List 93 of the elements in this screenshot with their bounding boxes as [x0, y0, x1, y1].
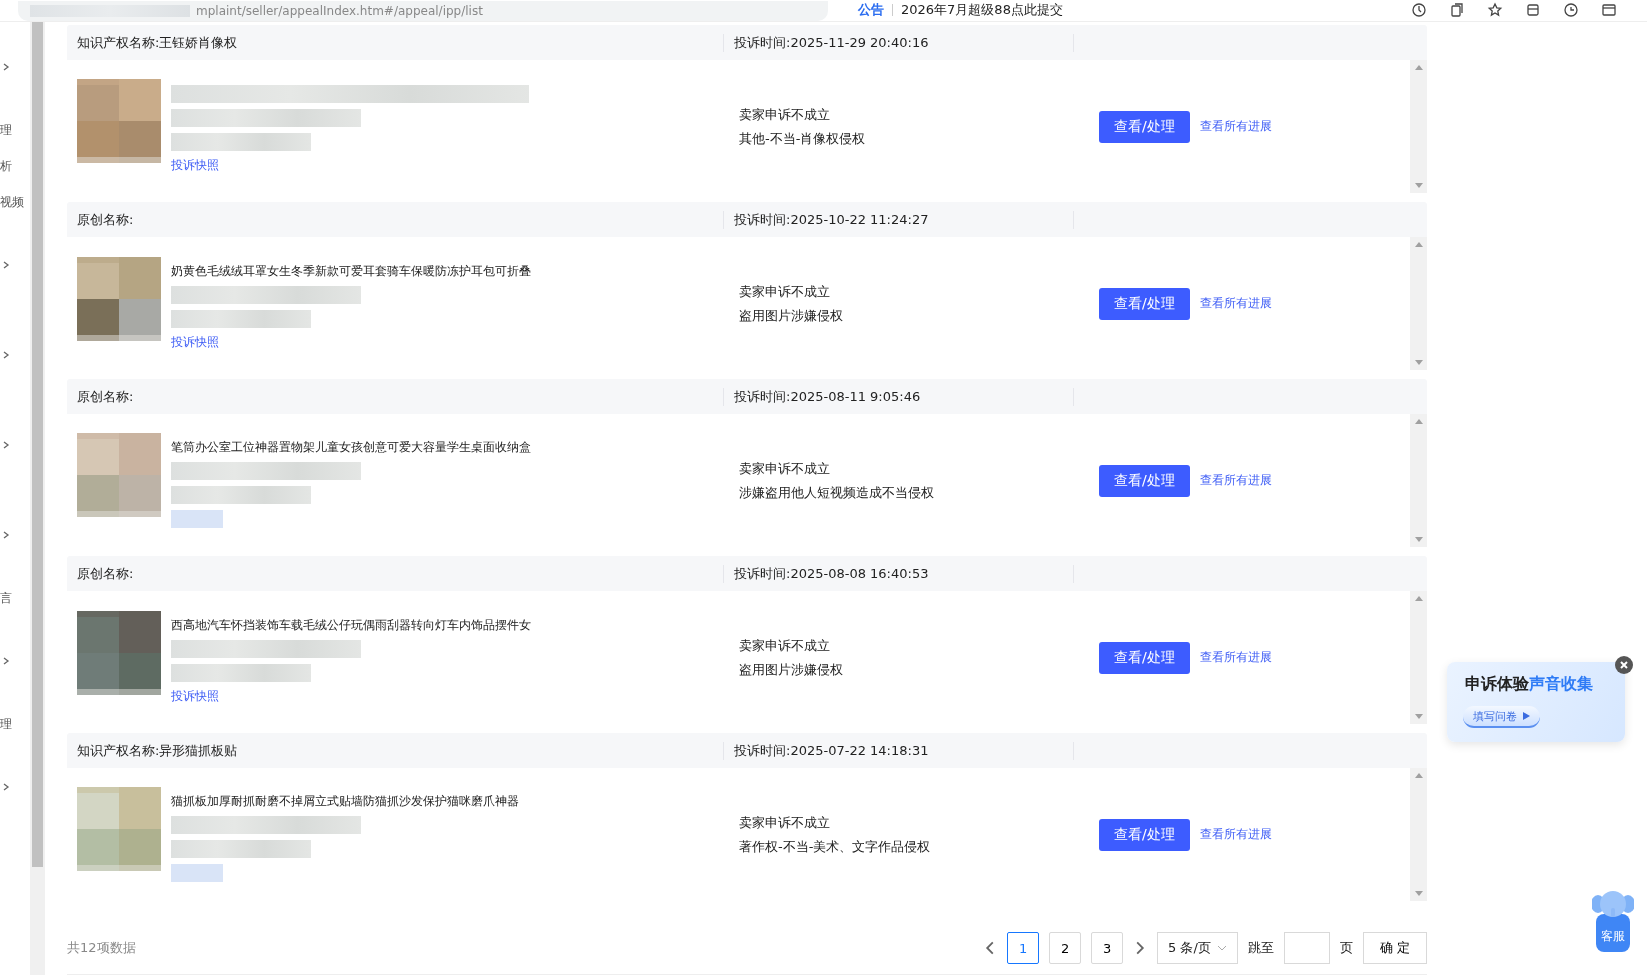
scrollbar[interactable] — [1410, 237, 1427, 370]
page-input[interactable] — [1283, 932, 1330, 964]
scrollbar[interactable] — [1410, 591, 1427, 724]
survey-card[interactable]: 申诉体验声音收集 填写问卷 — [1447, 662, 1625, 742]
product-title[interactable]: 西高地汽车怀挡装饰车载毛绒公仔玩偶雨刮器转向灯车内饰品摆件女 — [171, 616, 531, 634]
sidebar-item[interactable]: 理 — [0, 715, 12, 733]
chevron-icon[interactable] — [2, 62, 10, 72]
product-title[interactable]: 猫抓板加厚耐抓耐磨不掉屑立式贴墙防猫抓沙发保护猫咪磨爪神器 — [171, 793, 519, 810]
chevron-icon[interactable] — [2, 656, 10, 666]
view-handle-button[interactable]: 查看/处理 — [1099, 641, 1190, 674]
complaint-time: 投诉时间:2025-07-22 14:18:31 — [723, 741, 1073, 760]
complaint-time: 投诉时间:2025-08-11 9:05:46 — [723, 387, 1073, 406]
appeal-status: 卖家申诉不成立 — [739, 459, 831, 478]
progress-link[interactable]: 查看所有进展 — [1199, 826, 1272, 843]
chevron-icon[interactable] — [2, 260, 10, 270]
star-icon[interactable] — [1487, 2, 1503, 18]
appeal-status: 卖家申诉不成立 — [739, 636, 831, 655]
view-handle-button[interactable]: 查看/处理 — [1099, 818, 1190, 851]
close-icon[interactable] — [1615, 656, 1633, 674]
violation-reason: 涉嫌盗用他人短视频造成不当侵权 — [739, 483, 935, 502]
chevron-icon[interactable] — [2, 530, 10, 540]
jump-label: 跳至 — [1247, 939, 1274, 957]
complaint-time: 投诉时间:2025-11-29 20:40:16 — [723, 33, 1073, 52]
survey-button[interactable]: 填写问卷 — [1463, 706, 1540, 728]
progress-link[interactable]: 查看所有进展 — [1199, 649, 1272, 666]
scrollbar[interactable] — [1410, 414, 1427, 547]
address-bar[interactable]: mplaint/seller/appealIndex.htm#/appeal/ipp/list — [18, 1, 828, 21]
page-button[interactable]: 1 — [1007, 932, 1040, 964]
tab-icon[interactable] — [1525, 2, 1541, 18]
scroll-up-icon[interactable] — [1414, 773, 1423, 778]
appeal-status: 卖家申诉不成立 — [739, 813, 831, 832]
appeal-status: 卖家申诉不成立 — [739, 282, 831, 301]
view-handle-button[interactable]: 查看/处理 — [1099, 110, 1190, 143]
blurred-bar — [171, 864, 223, 882]
snapshot-link[interactable]: 投诉快照 — [171, 687, 531, 705]
progress-link[interactable]: 查看所有进展 — [1199, 472, 1272, 489]
scroll-down-icon[interactable] — [1414, 360, 1423, 365]
page-unit: 页 — [1339, 939, 1353, 957]
violation-reason: 盗用图片涉嫌侵权 — [739, 306, 844, 325]
scroll-down-icon[interactable] — [1414, 891, 1423, 896]
case-title: 知识产权名称:王钰娇肖像权 — [76, 33, 239, 52]
case-title: 原创名称: — [76, 210, 135, 229]
history-icon[interactable] — [1411, 2, 1427, 18]
sidebar-item[interactable]: 言 — [0, 589, 12, 607]
view-handle-button[interactable]: 查看/处理 — [1099, 287, 1190, 320]
elephant-mascot-icon[interactable] — [1592, 888, 1634, 952]
snapshot-link[interactable]: 投诉快照 — [171, 157, 529, 174]
case-title: 知识产权名称:异形猫抓板贴 — [76, 741, 239, 760]
scroll-down-icon[interactable] — [1414, 537, 1423, 542]
page-button[interactable]: 2 — [1049, 932, 1082, 964]
product-title[interactable]: 笔筒办公室工位神器置物架儿童女孩创意可爱大容量学生桌面收纳盒 — [171, 439, 531, 456]
snapshot-link[interactable]: 投诉快照 — [171, 333, 531, 351]
scroll-up-icon[interactable] — [1414, 65, 1423, 70]
progress-link[interactable]: 查看所有进展 — [1199, 118, 1272, 135]
scrollbar-thumb[interactable] — [32, 22, 43, 867]
scrollbar[interactable] — [1410, 60, 1427, 193]
copy-icon[interactable] — [1449, 2, 1465, 18]
window-icon[interactable] — [1601, 2, 1617, 18]
confirm-button[interactable]: 确 定 — [1362, 932, 1427, 964]
survey-title: 申诉体验声音收集 — [1465, 674, 1593, 695]
blurred-bar — [171, 510, 223, 528]
notice-text[interactable]: 2026年7月超级88点此提交 — [901, 1, 1063, 19]
scroll-down-icon[interactable] — [1414, 183, 1423, 188]
play-icon — [1523, 712, 1530, 720]
page-button[interactable]: 3 — [1091, 932, 1124, 964]
violation-reason: 其他-不当-肖像权侵权 — [739, 129, 867, 148]
sidebar-item[interactable]: 理 — [0, 121, 12, 139]
progress-link[interactable]: 查看所有进展 — [1199, 295, 1272, 312]
complaint-time: 投诉时间:2025-08-08 16:40:53 — [723, 564, 1073, 583]
complaint-time: 投诉时间:2025-10-22 11:24:27 — [723, 210, 1073, 229]
notice-label: 公告 — [858, 1, 884, 19]
clock-icon[interactable] — [1563, 2, 1579, 18]
total-count: 共12项数据 — [67, 939, 136, 957]
scroll-up-icon[interactable] — [1414, 419, 1423, 424]
violation-reason: 盗用图片涉嫌侵权 — [739, 660, 844, 679]
chevron-icon[interactable] — [2, 350, 10, 360]
violation-reason: 著作权-不当-美术、文字作品侵权 — [739, 837, 932, 856]
scrollbar[interactable] — [1410, 768, 1427, 901]
sidebar-item[interactable]: 析 — [0, 157, 12, 175]
url-text: mplaint/seller/appealIndex.htm#/appeal/ipp/list — [196, 4, 483, 18]
sidebar-item[interactable]: 视频 — [0, 193, 24, 211]
product-title[interactable]: 奶黄色毛绒绒耳罩女生冬季新款可爱耳套骑车保暖防冻护耳包可折叠 — [171, 262, 531, 280]
scroll-up-icon[interactable] — [1414, 242, 1423, 247]
page-size-select[interactable]: 5 条/页 — [1157, 932, 1238, 964]
scroll-up-icon[interactable] — [1414, 596, 1423, 601]
scroll-down-icon[interactable] — [1414, 714, 1423, 719]
appeal-status: 卖家申诉不成立 — [739, 105, 831, 124]
case-title: 原创名称: — [76, 564, 135, 583]
case-title: 原创名称: — [76, 387, 135, 406]
view-handle-button[interactable]: 查看/处理 — [1099, 464, 1190, 497]
chevron-icon[interactable] — [2, 782, 10, 792]
caret-icon — [1216, 945, 1227, 951]
chevron-icon[interactable] — [2, 440, 10, 450]
